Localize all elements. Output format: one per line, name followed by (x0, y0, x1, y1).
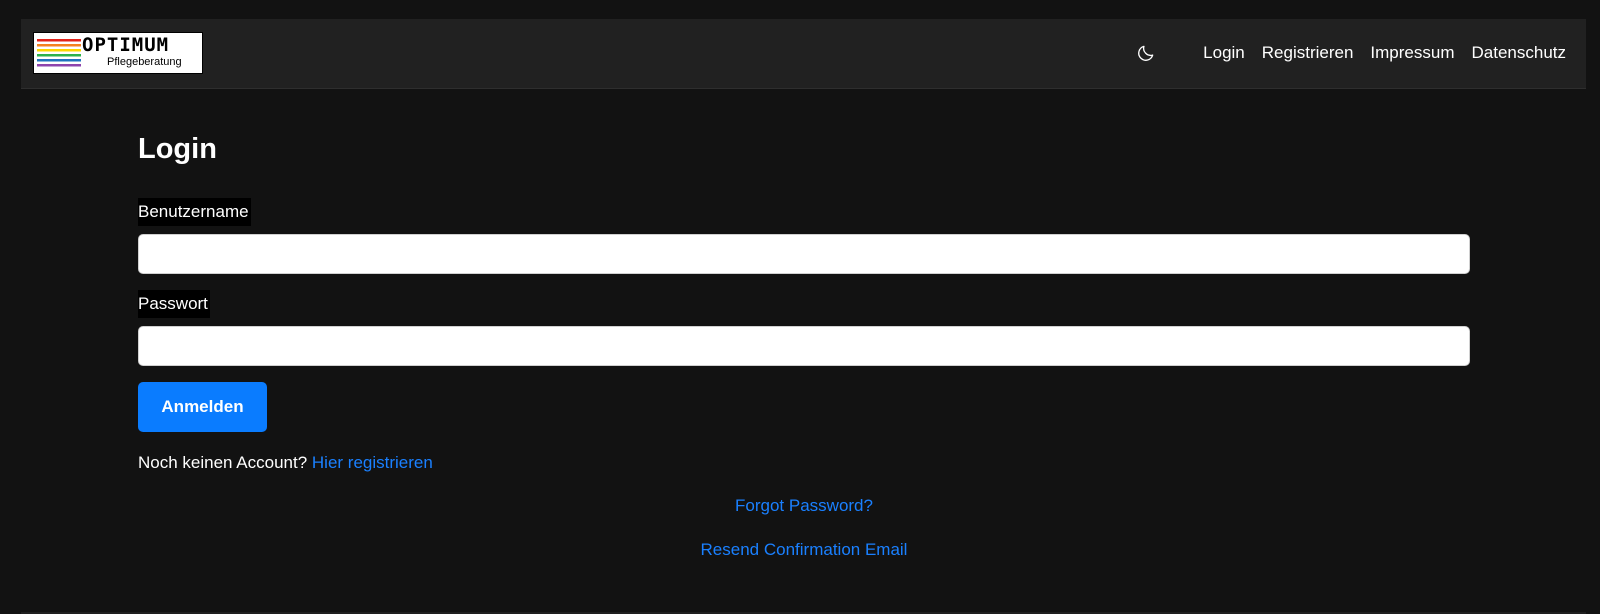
forgot-password-link[interactable]: Forgot Password? (735, 496, 873, 515)
nav-link-impressum[interactable]: Impressum (1370, 43, 1454, 63)
login-form: Login Benutzername Passwort Anmelden Noc… (138, 130, 1470, 559)
register-link[interactable]: Hier registrieren (312, 453, 433, 472)
login-submit-button[interactable]: Anmelden (138, 382, 267, 432)
logo-subtitle: Pflegeberatung (107, 56, 182, 68)
brand-logo[interactable]: OPTIMUM Pflegeberatung (33, 32, 203, 74)
forgot-password-row: Forgot Password? (138, 495, 1470, 517)
username-label: Benutzername (138, 198, 251, 226)
page-title: Login (138, 133, 217, 165)
nav-links: Login Registrieren Impressum Datenschutz (1134, 19, 1566, 87)
password-label: Passwort (138, 290, 210, 318)
resend-confirmation-link[interactable]: Resend Confirmation Email (701, 540, 908, 559)
logo-title: OPTIMUM (82, 34, 170, 56)
nav-link-login[interactable]: Login (1203, 43, 1245, 63)
moon-icon (1138, 45, 1154, 61)
register-prompt-text: Noch keinen Account? (138, 453, 308, 472)
nav-link-registrieren[interactable]: Registrieren (1262, 43, 1354, 63)
resend-confirmation-row: Resend Confirmation Email (138, 539, 1470, 561)
logo-stripes-icon (37, 39, 81, 67)
theme-toggle-button[interactable] (1134, 41, 1158, 65)
nav-link-datenschutz[interactable]: Datenschutz (1472, 43, 1567, 63)
password-input[interactable] (138, 326, 1470, 366)
register-prompt-line: Noch keinen Account? Hier registrieren (138, 452, 433, 474)
username-input[interactable] (138, 234, 1470, 274)
navbar: OPTIMUM Pflegeberatung Login Registriere… (21, 19, 1586, 89)
